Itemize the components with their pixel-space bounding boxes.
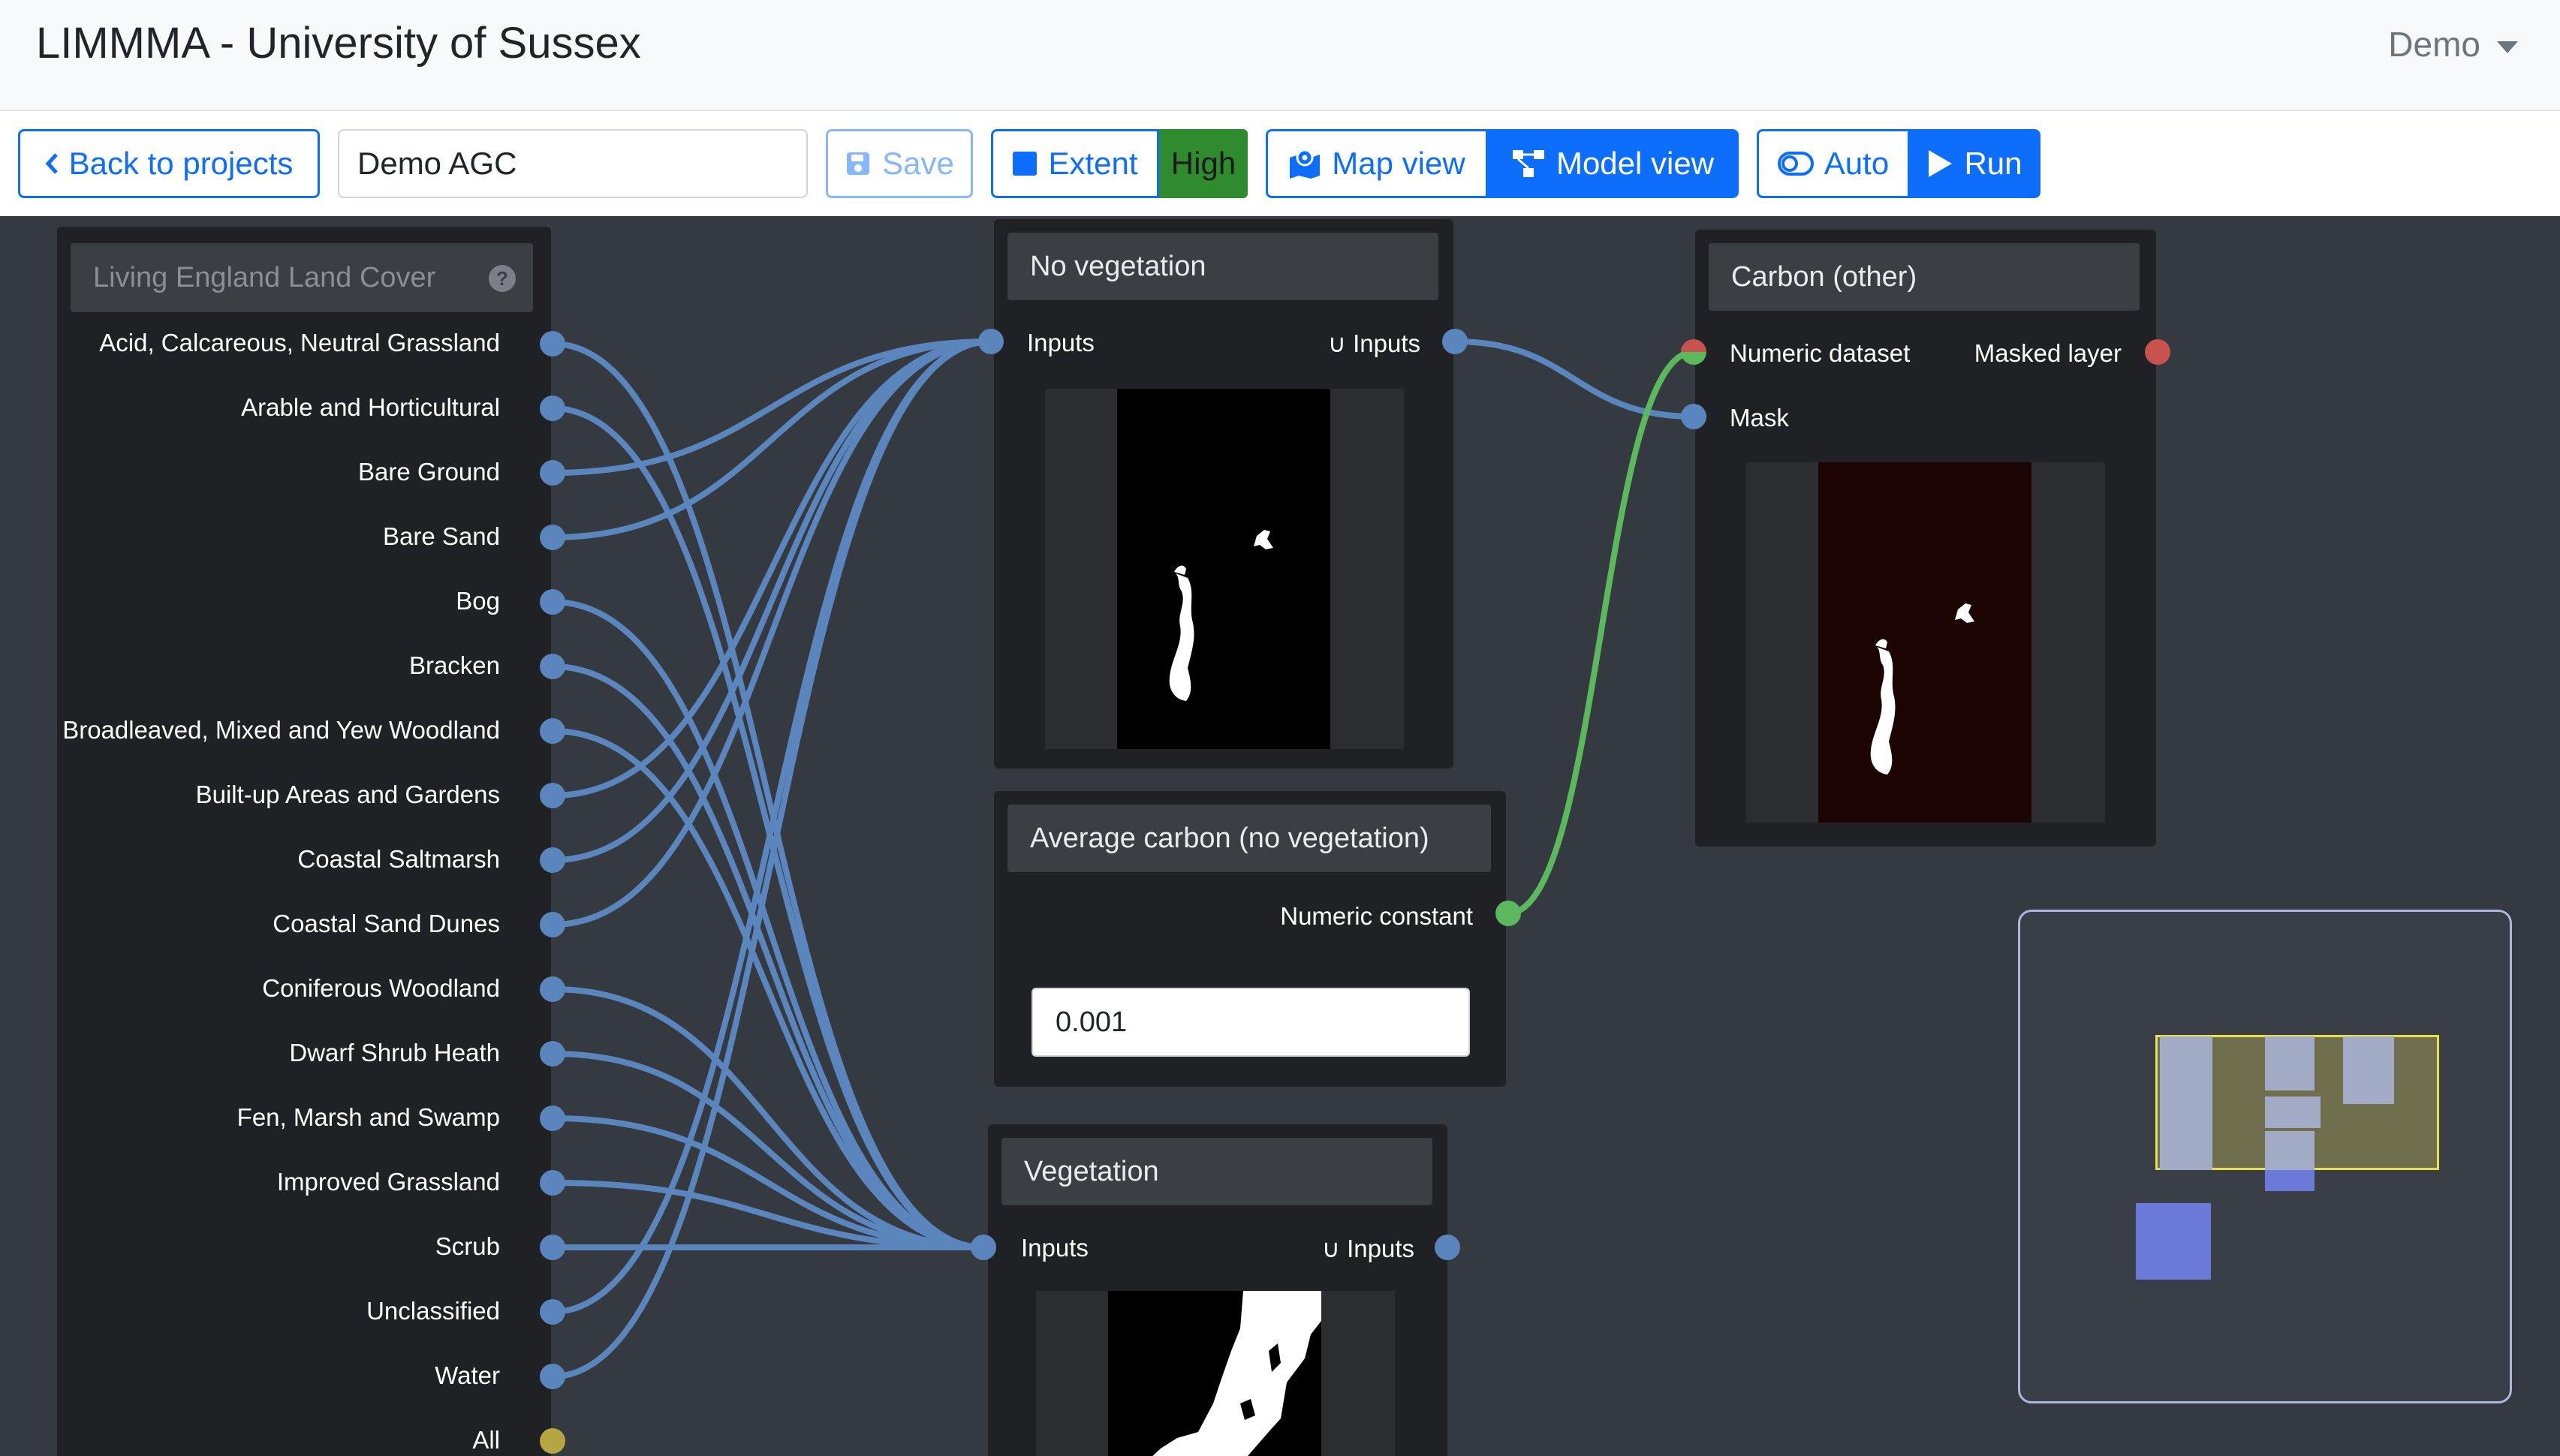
minimap-node-average-carbon [2265, 1097, 2321, 1128]
minimap-node-carbon-other [2343, 1036, 2394, 1104]
map-view-label: Map view [1332, 146, 1465, 181]
connection-wire[interactable] [552, 341, 984, 1250]
connection-wire[interactable] [552, 338, 992, 1315]
connection-wire[interactable] [1507, 349, 1694, 916]
extent-button[interactable]: Extent [991, 129, 1159, 198]
save-disk-icon [847, 152, 870, 175]
masked-layer-output-port[interactable] [2145, 339, 2170, 365]
connection-wire[interactable] [552, 986, 984, 1250]
connection-wire[interactable] [552, 663, 984, 1250]
back-to-projects-button[interactable]: Back to projects [18, 129, 320, 198]
no-vegetation-output-port[interactable] [1442, 329, 1468, 354]
mask-input-port[interactable] [1681, 404, 1706, 429]
auto-toggle-button[interactable]: Auto [1757, 129, 1910, 198]
resolution-badge[interactable]: High [1159, 129, 1248, 198]
caret-down-icon [2497, 41, 2518, 53]
minimap-node-vegetation [2265, 1131, 2315, 1170]
save-label: Save [882, 146, 954, 181]
back-label: Back to projects [68, 146, 294, 181]
numeric-dataset-input-port[interactable] [1681, 339, 1706, 365]
minimap-node-no-vegetation [2265, 1036, 2315, 1090]
run-label: Run [1964, 146, 2022, 181]
numeric-constant-output-port[interactable] [1495, 901, 1521, 926]
auto-label: Auto [1824, 146, 1890, 181]
model-view-label: Model view [1556, 146, 1715, 181]
save-button[interactable]: Save [826, 129, 973, 198]
diagram-icon [1512, 150, 1544, 177]
app-title: LIMMMA - University of Sussex [36, 19, 641, 68]
run-button[interactable]: Run [1908, 129, 2040, 198]
map-marker-icon [1290, 149, 1321, 179]
user-name: Demo [2388, 25, 2480, 64]
user-menu[interactable]: Demo [2388, 24, 2518, 65]
minimap-node-land-cover [2160, 1036, 2212, 1170]
map-view-button[interactable]: Map view [1266, 129, 1488, 198]
minimap[interactable] [2018, 910, 2512, 1403]
play-icon [1929, 150, 1953, 177]
top-navbar: LIMMMA - University of Sussex Demo [0, 0, 2560, 111]
model-canvas[interactable]: Living England Land Cover ? Acid, Calcar… [0, 216, 2560, 1456]
chevron-left-icon [45, 153, 58, 174]
no-vegetation-input-port[interactable] [978, 329, 1004, 354]
model-view-button[interactable]: Model view [1486, 129, 1739, 198]
minimap-node-offscreen [2136, 1203, 2211, 1280]
square-icon [1013, 152, 1038, 176]
project-name-input[interactable] [338, 129, 808, 198]
extent-label: Extent [1048, 146, 1138, 181]
minimap-node-vegetation-overflow [2265, 1170, 2315, 1191]
toggle-icon [1777, 152, 1814, 176]
vegetation-output-port[interactable] [1435, 1235, 1460, 1260]
vegetation-input-port[interactable] [971, 1235, 996, 1260]
